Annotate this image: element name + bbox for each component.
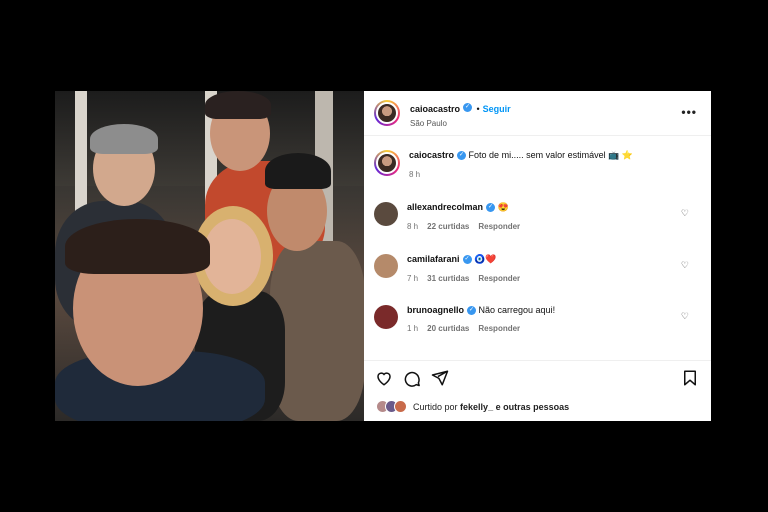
comment-bubble-icon[interactable] bbox=[403, 369, 421, 387]
verified-badge-icon: ✓ bbox=[462, 255, 472, 265]
commenter-avatar[interactable] bbox=[374, 305, 398, 329]
separator-dot: • bbox=[476, 103, 480, 114]
comment-time: 8 h bbox=[407, 222, 419, 231]
share-send-icon[interactable] bbox=[431, 369, 449, 387]
comment-like-heart-icon[interactable]: ♡ bbox=[681, 208, 689, 219]
verified-badge-icon: ✓ bbox=[457, 151, 467, 161]
post-header: caioacastro ✓ • Seguir São Paulo ••• bbox=[364, 91, 711, 136]
comment-username[interactable]: brunoagnello bbox=[407, 305, 464, 315]
verified-badge-icon: ✓ bbox=[486, 203, 496, 213]
comment-time: 1 h bbox=[407, 324, 419, 334]
comment-item: brunoagnello ✓ Não carregou aqui! 1 h 20 c… bbox=[374, 305, 701, 333]
photo-pillar bbox=[75, 91, 87, 211]
caption: caiocastro ✓ Foto de mi..... sem valor es… bbox=[374, 150, 701, 179]
comment-username[interactable]: allexandrecolman bbox=[407, 202, 483, 212]
author-username[interactable]: caioacastro bbox=[410, 104, 460, 114]
caption-avatar[interactable] bbox=[374, 150, 400, 176]
post-photo[interactable] bbox=[55, 91, 364, 421]
comment-text: 😍 bbox=[497, 202, 509, 212]
more-options-icon[interactable]: ••• bbox=[681, 105, 697, 119]
caption-time: 8 h bbox=[409, 170, 421, 179]
person-hair bbox=[90, 124, 158, 154]
save-bookmark-icon[interactable] bbox=[681, 369, 699, 387]
verified-badge-icon: ✓ bbox=[467, 306, 476, 316]
person-hair bbox=[65, 219, 210, 274]
person-face bbox=[203, 219, 261, 294]
comment-likes[interactable]: 31 curtidas bbox=[427, 274, 469, 283]
verified-badge-icon: ✓ bbox=[463, 102, 473, 112]
comment-time: 7 h bbox=[407, 274, 419, 283]
reply-button[interactable]: Responder bbox=[478, 274, 520, 283]
reply-button[interactable]: Responder bbox=[478, 324, 520, 333]
post-actions: Curtido por fekelly_ e outras pessoas bbox=[364, 360, 711, 422]
liked-by-others[interactable]: e outras pessoas bbox=[496, 402, 570, 412]
reply-button[interactable]: Responder bbox=[478, 222, 520, 231]
comment-text: 🧿❤️ bbox=[474, 254, 497, 264]
like-heart-icon[interactable] bbox=[375, 369, 393, 387]
commenter-avatar[interactable] bbox=[374, 254, 398, 278]
person-beanie bbox=[265, 153, 331, 189]
comment-likes[interactable]: 20 curtidas bbox=[427, 324, 469, 333]
person-hair bbox=[205, 91, 271, 119]
comment-item: camilafarani ✓ 🧿❤️ 7 h 31 curtidas Responde… bbox=[374, 254, 701, 283]
caption-username[interactable]: caiocastro bbox=[409, 150, 454, 160]
author-avatar[interactable] bbox=[374, 100, 400, 126]
comment-username[interactable]: camilafarani bbox=[407, 254, 460, 264]
comment-like-heart-icon[interactable]: ♡ bbox=[681, 311, 689, 322]
follow-button[interactable]: Seguir bbox=[483, 104, 511, 114]
post-sidebar: caioacastro ✓ • Seguir São Paulo ••• caioc… bbox=[364, 91, 711, 421]
post-location[interactable]: São Paulo bbox=[410, 119, 511, 128]
comment-likes[interactable]: 22 curtidas bbox=[427, 222, 469, 231]
commenter-avatar[interactable] bbox=[374, 202, 398, 226]
liked-by: Curtido por fekelly_ e outras pessoas bbox=[376, 400, 569, 413]
caption-text: Foto de mi..... sem valor estimável 📺 ⭐ bbox=[468, 150, 634, 160]
liker-avatars bbox=[376, 400, 407, 413]
liked-by-user[interactable]: fekelly_ bbox=[460, 402, 493, 412]
liked-by-prefix: Curtido por bbox=[413, 401, 458, 412]
comment-like-heart-icon[interactable]: ♡ bbox=[681, 260, 689, 271]
liker-avatar bbox=[394, 400, 407, 413]
comment-item: allexandrecolman ✓ 😍 8 h 22 curtidas Respon… bbox=[374, 202, 701, 231]
instagram-post: caioacastro ✓ • Seguir São Paulo ••• caioc… bbox=[55, 91, 711, 421]
comment-text: Não carregou aqui! bbox=[478, 305, 556, 315]
